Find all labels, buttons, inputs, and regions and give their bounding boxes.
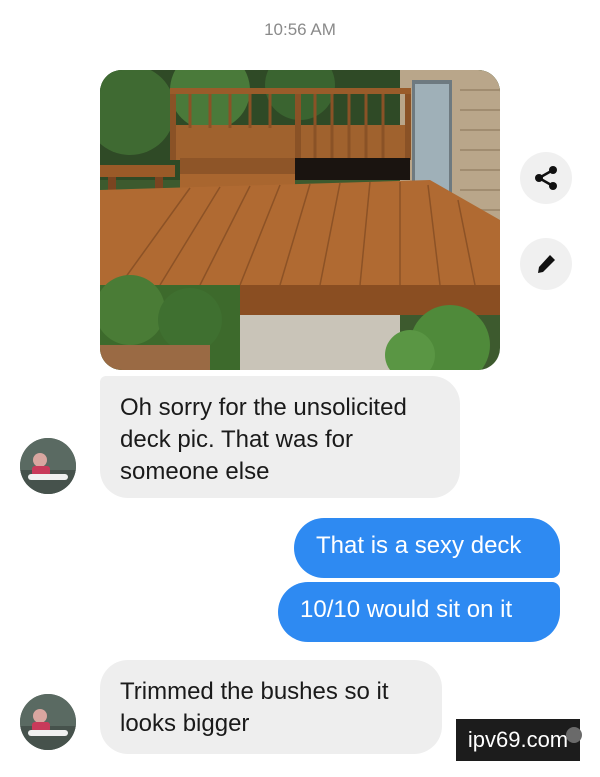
message-text: That is a sexy deck bbox=[316, 532, 522, 559]
contact-avatar[interactable] bbox=[20, 438, 76, 494]
outgoing-message[interactable]: 10/10 would sit on it bbox=[278, 582, 560, 642]
contact-avatar[interactable] bbox=[20, 694, 76, 750]
avatar-image bbox=[20, 694, 76, 750]
incoming-message[interactable]: Oh sorry for the unsolicited deck pic. T… bbox=[100, 376, 460, 498]
chat-screen: 10:56 AM Oh sorry for the unsolicited de… bbox=[0, 0, 600, 777]
pencil-icon bbox=[538, 255, 555, 273]
message-text: Trimmed the bushes so it looks bigger bbox=[120, 678, 389, 737]
incoming-message[interactable]: Trimmed the bushes so it looks bigger bbox=[100, 660, 442, 754]
deck-image bbox=[100, 70, 500, 370]
deck-photo[interactable] bbox=[100, 70, 500, 370]
message-timestamp: 10:56 AM bbox=[264, 20, 336, 39]
avatar-image bbox=[20, 438, 76, 494]
share-icon bbox=[535, 166, 557, 190]
share-button[interactable] bbox=[520, 152, 572, 204]
message-text: Oh sorry for the unsolicited deck pic. T… bbox=[120, 394, 407, 485]
watermark: ipv69.com bbox=[456, 719, 580, 761]
message-text: 10/10 would sit on it bbox=[300, 596, 513, 623]
watermark-dot bbox=[566, 727, 582, 743]
edit-button[interactable] bbox=[520, 238, 572, 290]
outgoing-message[interactable]: That is a sexy deck bbox=[294, 518, 560, 578]
